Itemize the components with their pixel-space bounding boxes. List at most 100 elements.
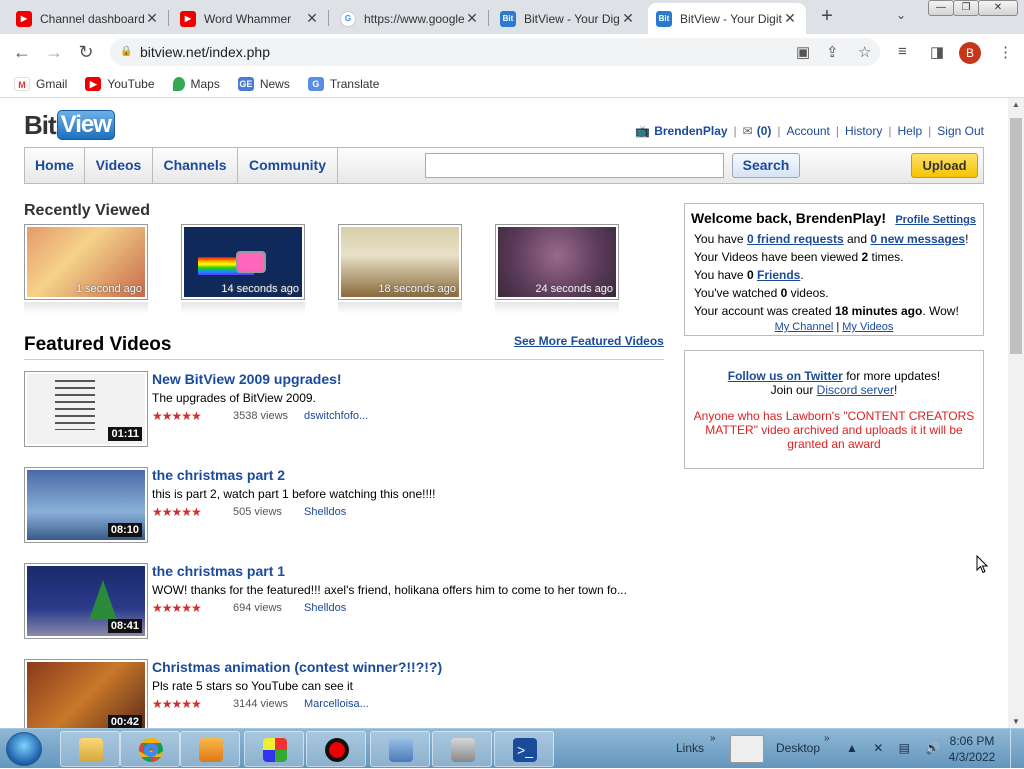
tab-google[interactable]: G https://www.google ✕: [332, 3, 488, 34]
recently-viewed-heading: Recently Viewed: [24, 202, 150, 219]
my-videos-link[interactable]: My Videos: [842, 321, 893, 333]
author-link[interactable]: dswitchfofo...: [304, 410, 368, 422]
thumb-reflection: [181, 302, 305, 314]
inbox-count[interactable]: (0): [757, 124, 772, 138]
nav-community[interactable]: Community: [238, 148, 338, 183]
close-tab-icon[interactable]: ✕: [144, 10, 160, 27]
reload-icon[interactable]: ↻: [74, 40, 98, 64]
media-control-icon[interactable]: ≡: [898, 43, 907, 60]
bookmark-translate[interactable]: G Translate: [307, 76, 379, 91]
video-title-link[interactable]: the christmas part 2: [152, 467, 285, 483]
menu-kebab-icon[interactable]: ⋮: [998, 43, 1013, 61]
video-thumbnail[interactable]: 01:11: [24, 371, 148, 447]
side-panel-icon[interactable]: ◨: [930, 43, 944, 61]
mail-icon[interactable]: ✉: [743, 124, 753, 138]
profile-avatar[interactable]: B: [959, 42, 981, 64]
bookmark-gmail[interactable]: M Gmail: [14, 76, 67, 91]
forward-arrow-icon[interactable]: →: [42, 40, 66, 64]
show-desktop-button[interactable]: [1010, 729, 1024, 769]
tab-channel-dashboard[interactable]: ▶ Channel dashboard ✕: [8, 3, 168, 34]
nav-channels[interactable]: Channels: [153, 148, 238, 183]
taskbar-desktop-toolbar[interactable]: Desktop: [776, 741, 820, 755]
close-tab-icon[interactable]: ✕: [304, 10, 320, 27]
author-link[interactable]: Shelldos: [304, 506, 346, 518]
upload-button[interactable]: Upload: [911, 153, 978, 178]
folder-icon: [79, 738, 103, 762]
page-scrollbar[interactable]: ▲ ▼: [1008, 98, 1024, 728]
history-link[interactable]: History: [845, 124, 882, 138]
taskbar-clock[interactable]: 8:06 PM 4/3/2022: [944, 733, 1000, 765]
help-link[interactable]: Help: [897, 124, 922, 138]
tab-bitview-1[interactable]: Bit BitView - Your Digital ✕: [492, 3, 644, 34]
window-close-button[interactable]: ✕: [978, 0, 1018, 16]
nyan-cat-body: [236, 251, 266, 273]
links-expand-chevron-icon[interactable]: »: [710, 733, 716, 744]
my-channel-link[interactable]: My Channel: [775, 321, 834, 333]
taskbar-links-toolbar[interactable]: Links: [676, 741, 704, 755]
scroll-down-arrow-icon[interactable]: ▼: [1012, 717, 1020, 726]
profile-settings-link[interactable]: Profile Settings: [895, 214, 976, 226]
taskbar-file-explorer[interactable]: [60, 731, 120, 767]
taskbar-chrome[interactable]: [120, 731, 180, 767]
taskbar-powershell[interactable]: >_: [494, 731, 554, 767]
close-tab-icon[interactable]: ✕: [464, 10, 480, 27]
search-input[interactable]: [425, 153, 724, 178]
camera-blocked-icon[interactable]: ▣: [796, 43, 810, 61]
nav-home[interactable]: Home: [25, 148, 85, 183]
bookmark-news[interactable]: GE News: [237, 76, 290, 91]
taskbar-recorder[interactable]: [306, 731, 366, 767]
pen-tool-icon[interactable]: [730, 735, 764, 763]
twitter-link[interactable]: Follow us on Twitter: [728, 369, 843, 383]
share-icon[interactable]: ⇪: [826, 43, 839, 61]
taskbar-app-4[interactable]: [244, 731, 304, 767]
recent-video-thumb[interactable]: 1 second ago: [24, 224, 148, 300]
search-button[interactable]: Search: [732, 153, 800, 178]
bookmark-maps[interactable]: Maps: [172, 76, 220, 91]
friends-link[interactable]: Friends: [757, 268, 800, 282]
account-link[interactable]: Account: [787, 124, 830, 138]
bookmark-star-icon[interactable]: ☆: [858, 43, 871, 61]
recent-video-thumb[interactable]: 18 seconds ago: [338, 224, 462, 300]
video-thumbnail[interactable]: 08:10: [24, 467, 148, 543]
scroll-up-arrow-icon[interactable]: ▲: [1012, 100, 1020, 109]
tab-bitview-active[interactable]: Bit BitView - Your Digital ✕: [648, 3, 806, 34]
username-link[interactable]: BrendenPlay: [654, 124, 727, 138]
author-link[interactable]: Shelldos: [304, 602, 346, 614]
video-title-link[interactable]: New BitView 2009 upgrades!: [152, 371, 342, 387]
tab-separator: [328, 10, 329, 26]
bitview-logo[interactable]: Bit View: [24, 108, 115, 142]
video-title-link[interactable]: the christmas part 1: [152, 563, 285, 579]
recent-video-thumb[interactable]: 24 seconds ago: [495, 224, 619, 300]
friend-requests-link[interactable]: 0 friend requests: [747, 232, 844, 246]
bookmark-youtube[interactable]: ▶ YouTube: [85, 76, 155, 91]
close-tab-icon[interactable]: ✕: [782, 10, 798, 27]
taskbar-media-player[interactable]: [180, 731, 240, 767]
system-tray-icons[interactable]: ▲ ✕ ▤ 🔊: [846, 741, 946, 755]
video-thumbnail[interactable]: 08:41: [24, 563, 148, 639]
video-title-link[interactable]: Christmas animation (contest winner?!!?!…: [152, 659, 442, 675]
tab-word-whammer[interactable]: ▶ Word Whammer ✕: [172, 3, 328, 34]
new-messages-link[interactable]: 0 new messages: [870, 232, 965, 246]
tab-search-chevron-icon[interactable]: ⌄: [896, 8, 906, 22]
sign-out-link[interactable]: Sign Out: [937, 124, 984, 138]
taskbar-control-panel[interactable]: [370, 731, 430, 767]
taskbar-computer[interactable]: [432, 731, 492, 767]
close-tab-icon[interactable]: ✕: [620, 10, 636, 27]
restore-button[interactable]: ❐: [953, 0, 979, 16]
scrollbar-thumb[interactable]: [1010, 118, 1022, 354]
desktop-expand-chevron-icon[interactable]: »: [824, 733, 830, 744]
author-link[interactable]: Marcelloisa...: [304, 698, 369, 710]
address-bar[interactable]: 🔒 bitview.net/index.php: [110, 38, 880, 66]
see-more-featured-link[interactable]: See More Featured Videos: [514, 334, 664, 348]
discord-link[interactable]: Discord server: [817, 383, 894, 397]
control-panel-icon: [389, 738, 413, 762]
minimize-button[interactable]: —: [928, 0, 954, 16]
nav-videos[interactable]: Videos: [85, 148, 153, 183]
thumb-reflection: [338, 302, 462, 314]
video-thumbnail[interactable]: 00:42: [24, 659, 148, 728]
back-arrow-icon[interactable]: ←: [10, 40, 34, 64]
new-tab-button[interactable]: +: [816, 5, 838, 27]
start-button[interactable]: [6, 732, 42, 766]
separator: |: [733, 124, 737, 138]
recent-video-thumb[interactable]: 14 seconds ago: [181, 224, 305, 300]
